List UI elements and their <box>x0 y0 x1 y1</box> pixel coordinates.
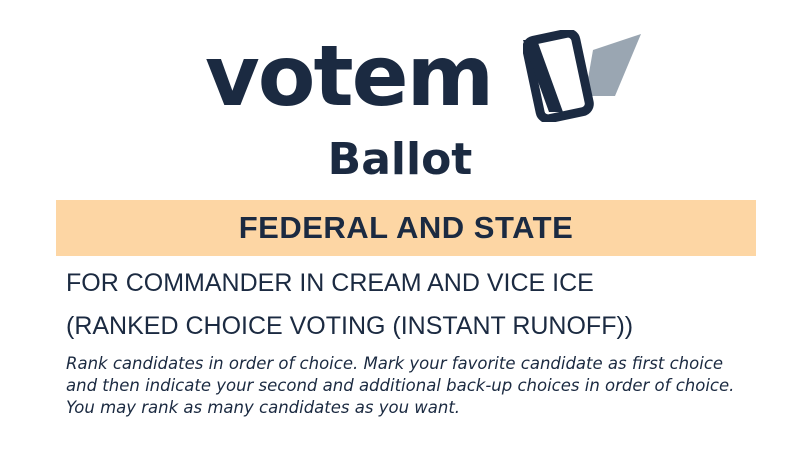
contest-title: FOR COMMANDER IN CREAM AND VICE ICE <box>66 269 594 297</box>
contest-voting-method: (RANKED CHOICE VOTING (INSTANT RUNOFF)) <box>66 312 634 340</box>
ballot-title: Ballot <box>327 134 473 185</box>
votem-logo: votem <box>205 26 645 126</box>
section-header: FEDERAL AND STATE <box>56 200 756 256</box>
votem-wordmark: votem <box>205 27 494 125</box>
contest-instructions: Rank candidates in order of choice. Mark… <box>66 354 735 417</box>
phone-checkmark-icon <box>523 30 641 122</box>
section-title: FEDERAL AND STATE <box>238 210 574 245</box>
